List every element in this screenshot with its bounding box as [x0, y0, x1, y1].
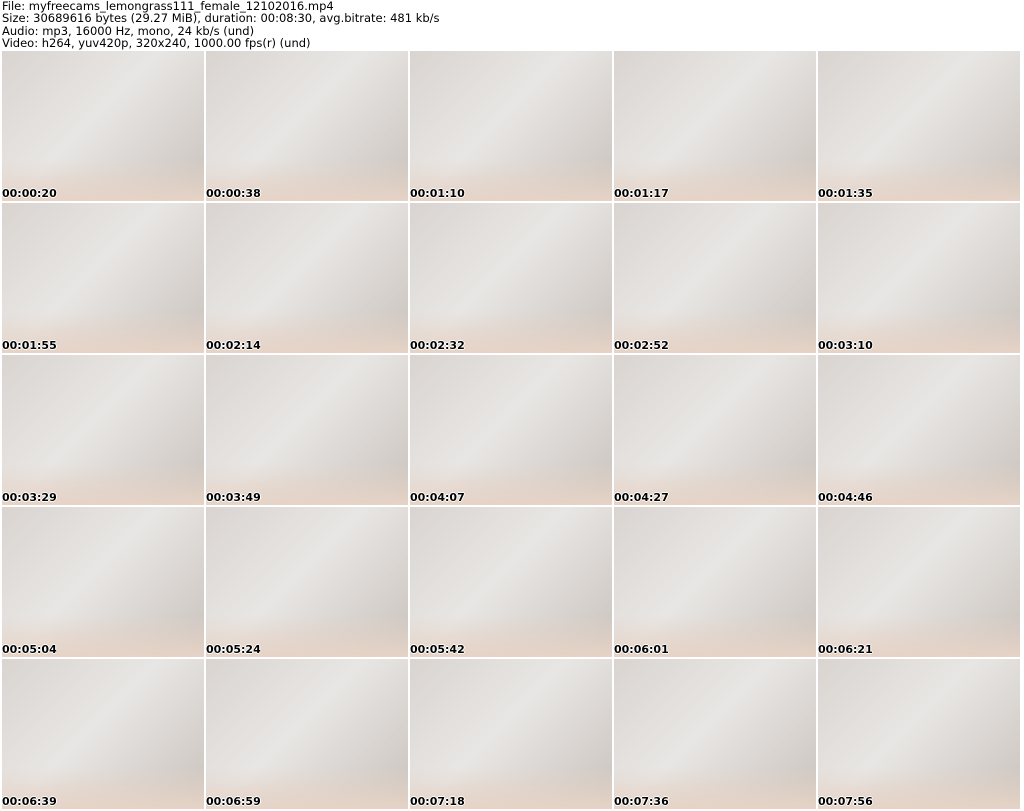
timestamp: 00:06:01	[614, 643, 669, 656]
video-thumbnail: 00:03:10	[818, 203, 1020, 353]
timestamp: 00:03:10	[818, 339, 873, 352]
video-thumbnail: 00:01:55	[2, 203, 204, 353]
timestamp: 00:07:18	[410, 795, 465, 808]
timestamp: 00:00:38	[206, 187, 261, 200]
video-thumbnail: 00:04:46	[818, 355, 1020, 505]
thumbnail-grid: 00:00:20 00:00:38 00:01:10 00:01:17 00:01:35…	[2, 51, 1020, 809]
timestamp: 00:02:14	[206, 339, 261, 352]
timestamp: 00:04:07	[410, 491, 465, 504]
timestamp: 00:02:52	[614, 339, 669, 352]
timestamp: 00:00:20	[2, 187, 57, 200]
video-thumbnail: 00:00:38	[206, 51, 408, 201]
timestamp: 00:01:35	[818, 187, 873, 200]
timestamp: 00:06:21	[818, 643, 873, 656]
timestamp: 00:02:32	[410, 339, 465, 352]
video-thumbnail: 00:07:18	[410, 659, 612, 809]
timestamp: 00:01:17	[614, 187, 669, 200]
video-thumbnail: 00:06:59	[206, 659, 408, 809]
timestamp: 00:05:24	[206, 643, 261, 656]
file-info-header: File: myfreecams_lemongrass111_female_12…	[2, 0, 440, 49]
timestamp: 00:03:49	[206, 491, 261, 504]
video-thumbnail: 00:05:42	[410, 507, 612, 657]
timestamp: 00:05:42	[410, 643, 465, 656]
video-thumbnail: 00:07:36	[614, 659, 816, 809]
timestamp: 00:07:56	[818, 795, 873, 808]
timestamp: 00:05:04	[2, 643, 57, 656]
timestamp: 00:04:46	[818, 491, 873, 504]
video-thumbnail: 00:04:27	[614, 355, 816, 505]
video-thumbnail: 00:07:56	[818, 659, 1020, 809]
video-info: Video: h264, yuv420p, 320x240, 1000.00 f…	[2, 35, 311, 50]
video-thumbnail: 00:02:32	[410, 203, 612, 353]
timestamp: 00:07:36	[614, 795, 669, 808]
file-size: Size: 30689616 bytes (29.27 MiB), durati…	[2, 11, 440, 26]
video-thumbnail: 00:01:17	[614, 51, 816, 201]
video-thumbnail: 00:04:07	[410, 355, 612, 505]
timestamp: 00:06:39	[2, 795, 57, 808]
video-thumbnail: 00:06:39	[2, 659, 204, 809]
timestamp: 00:03:29	[2, 491, 57, 504]
timestamp: 00:06:59	[206, 795, 261, 808]
timestamp: 00:01:55	[2, 339, 57, 352]
video-thumbnail: 00:03:49	[206, 355, 408, 505]
video-thumbnail: 00:03:29	[2, 355, 204, 505]
video-thumbnail: 00:00:20	[2, 51, 204, 201]
video-thumbnail: 00:02:14	[206, 203, 408, 353]
video-thumbnail: 00:01:10	[410, 51, 612, 201]
timestamp: 00:01:10	[410, 187, 465, 200]
video-thumbnail: 00:01:35	[818, 51, 1020, 201]
video-thumbnail: 00:02:52	[614, 203, 816, 353]
timestamp: 00:04:27	[614, 491, 669, 504]
video-thumbnail: 00:05:24	[206, 507, 408, 657]
video-thumbnail: 00:06:01	[614, 507, 816, 657]
video-thumbnail: 00:06:21	[818, 507, 1020, 657]
video-thumbnail: 00:05:04	[2, 507, 204, 657]
